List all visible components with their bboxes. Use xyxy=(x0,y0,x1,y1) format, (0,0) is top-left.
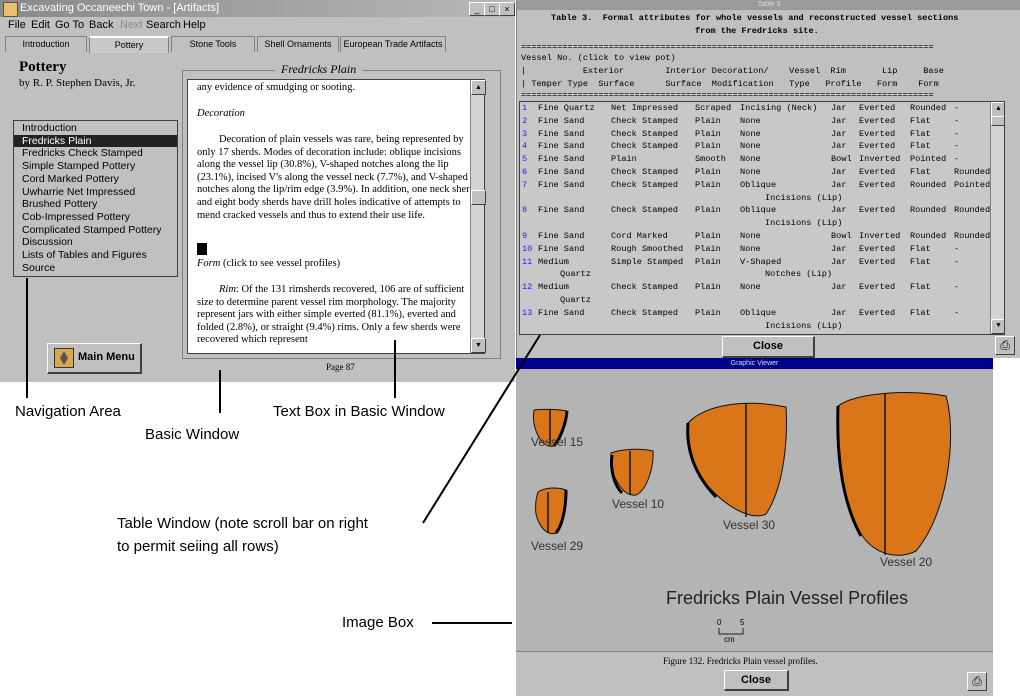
annotation-image-box: Image Box xyxy=(342,614,414,631)
annotation-lines xyxy=(26,278,541,624)
annotation-table-window-2: to permit seiing all rows) xyxy=(117,538,279,555)
annotation-basic-window: Basic Window xyxy=(145,426,240,443)
annotation-navigation-area: Navigation Area xyxy=(15,403,121,420)
annotation-table-window-1: Table Window (note scroll bar on right xyxy=(117,515,368,532)
annotation-text-box: Text Box in Basic Window xyxy=(273,403,445,420)
